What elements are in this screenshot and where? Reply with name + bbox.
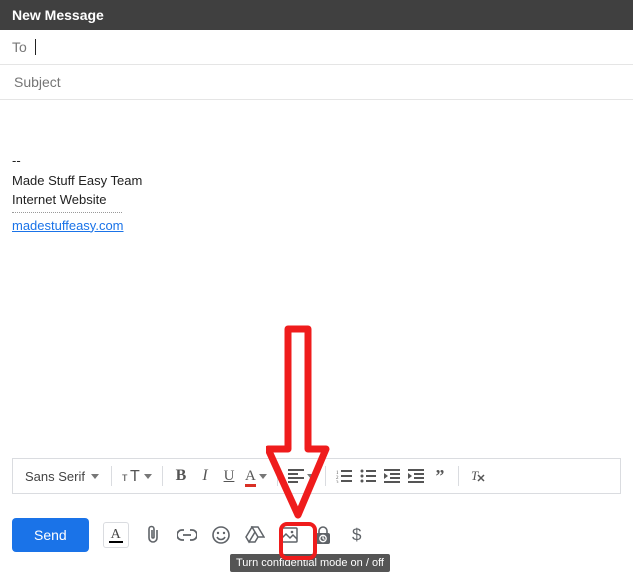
format-toolbar: Sans Serif тT B I U A 123 xyxy=(12,458,621,494)
insert-money-button[interactable]: $ xyxy=(347,525,367,545)
signature-dashes: -- xyxy=(12,151,621,171)
font-family-label: Sans Serif xyxy=(25,469,85,484)
chevron-down-icon xyxy=(307,474,315,479)
remove-formatting-button[interactable]: T xyxy=(465,462,489,490)
to-row[interactable]: To xyxy=(0,30,633,65)
separator xyxy=(111,466,112,486)
svg-text:T: T xyxy=(130,468,140,484)
subject-input[interactable] xyxy=(12,73,621,91)
chevron-down-icon xyxy=(91,474,99,479)
separator xyxy=(325,466,326,486)
titlebar-text: New Message xyxy=(12,7,104,23)
chevron-down-icon xyxy=(259,474,267,479)
indent-less-button[interactable] xyxy=(380,462,404,490)
svg-text:т: т xyxy=(122,470,128,484)
separator xyxy=(162,466,163,486)
signature-line2: Internet Website xyxy=(12,190,621,210)
attach-file-button[interactable] xyxy=(143,525,163,545)
to-input[interactable] xyxy=(36,38,621,56)
numbered-list-button[interactable]: 123 xyxy=(332,462,356,490)
align-button[interactable] xyxy=(284,462,319,490)
formatting-options-button[interactable]: A xyxy=(103,522,129,548)
underline-button[interactable]: U xyxy=(217,462,241,490)
separator xyxy=(277,466,278,486)
compose-window: New Message To -- Made Stuff Easy Team I… xyxy=(0,0,633,574)
format-toolbar-wrap: Sans Serif тT B I U A 123 xyxy=(12,458,621,494)
confidential-mode-button[interactable] xyxy=(313,525,333,545)
separator xyxy=(458,466,459,486)
insert-photo-button[interactable] xyxy=(279,525,299,545)
font-family-picker[interactable]: Sans Serif xyxy=(19,469,105,484)
signature-divider xyxy=(12,212,122,216)
text-color-button[interactable]: A xyxy=(241,462,271,490)
subject-row[interactable] xyxy=(0,65,633,100)
signature-link[interactable]: madestuffeasy.com xyxy=(12,218,124,233)
insert-link-button[interactable] xyxy=(177,525,197,545)
insert-drive-button[interactable] xyxy=(245,525,265,545)
svg-text:3: 3 xyxy=(336,481,339,483)
italic-button[interactable]: I xyxy=(193,462,217,490)
indent-more-button[interactable] xyxy=(404,462,428,490)
chevron-down-icon xyxy=(144,474,152,479)
message-body[interactable]: -- Made Stuff Easy Team Internet Website… xyxy=(0,100,633,430)
font-size-button[interactable]: тT xyxy=(118,462,156,490)
insert-emoji-button[interactable] xyxy=(211,525,231,545)
bold-button[interactable]: B xyxy=(169,462,193,490)
quote-button[interactable]: ” xyxy=(428,462,452,490)
send-row: Send A $ xyxy=(12,518,621,552)
send-button[interactable]: Send xyxy=(12,518,89,552)
to-label: To xyxy=(12,39,27,55)
signature-line1: Made Stuff Easy Team xyxy=(12,171,621,191)
confidential-mode-tooltip: Turn confidential mode on / off xyxy=(230,554,390,572)
titlebar[interactable]: New Message xyxy=(0,0,633,30)
bulleted-list-button[interactable] xyxy=(356,462,380,490)
